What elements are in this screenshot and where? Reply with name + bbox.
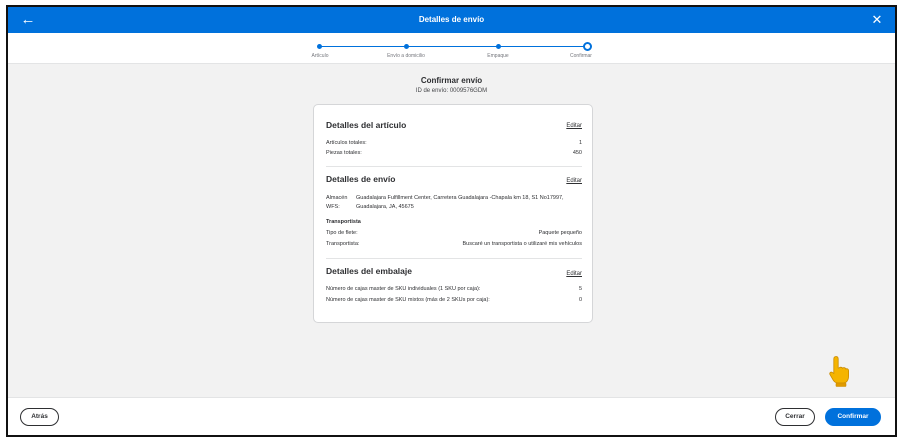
footer-bar: Atrás Cerrar Confirmar [8, 397, 895, 435]
close-button[interactable]: Cerrar [775, 408, 815, 426]
row-value: 450 [572, 150, 582, 156]
row-label: Número de cajas master de SKU mixtos (má… [326, 297, 490, 303]
step-label-articulo: Artículo [311, 53, 329, 59]
divider [326, 258, 582, 259]
total-pieces-row: Piezas totales: 450 [326, 150, 582, 158]
summary-card: Detalles del artículo Editar Artículos t… [313, 104, 593, 323]
edit-items-link[interactable]: Editar [566, 123, 582, 129]
divider [326, 166, 582, 167]
warehouse-row: Almacén WFS: Guadalajara Fulfillment Cen… [326, 194, 582, 212]
row-value: Paquete pequeño [538, 230, 582, 236]
row-label: Piezas totales: [326, 150, 362, 156]
total-articles-row: Artículos totales: 1 [326, 140, 582, 148]
carrier-row: Transportista: Buscaré un transportista … [326, 241, 582, 249]
pointing-hand-icon [829, 356, 849, 387]
app-frame: ← Detalles de envío ✕ Artículo Envío a d… [6, 5, 897, 437]
row-value: 0 [578, 297, 582, 303]
step-label-empaque: Empaque [487, 53, 509, 59]
warehouse-label: Almacén WFS: [326, 195, 348, 210]
items-section-title: Detalles del artículo [326, 120, 407, 130]
progress-stepper: Artículo Envío a domicilio Empaque Confi… [8, 33, 895, 64]
confirm-button[interactable]: Confirmar [825, 408, 881, 426]
close-icon[interactable]: ✕ [867, 10, 887, 30]
page-title: Confirmar envío [420, 76, 483, 85]
step-dot-envio [404, 44, 409, 49]
freight-type-row: Tipo de flete: Paquete pequeño [326, 230, 582, 238]
step-label-confirmar: Confirmar [570, 53, 592, 59]
step-label-envio: Envío a domicilio [387, 53, 425, 59]
header-title: Detalles de envío [418, 15, 485, 24]
step-dot-empaque [496, 44, 501, 49]
step-dot-confirmar [583, 42, 592, 51]
row-label: Transportista: [326, 241, 360, 247]
header-bar: ← Detalles de envío ✕ [8, 7, 895, 33]
row-value: 1 [578, 140, 582, 146]
edit-shipping-link[interactable]: Editar [566, 178, 582, 184]
row-label: Tipo de flete: [326, 230, 358, 236]
shipment-id: ID de envío: 0009576GDM [415, 88, 488, 94]
row-label: Número de cajas master de SKU individual… [326, 286, 481, 292]
back-button[interactable]: Atrás [20, 408, 59, 426]
row-value: Buscaré un transportista o utilizaré mis… [462, 241, 582, 247]
single-sku-boxes-row: Número de cajas master de SKU individual… [326, 286, 582, 294]
row-value: 5 [578, 286, 582, 292]
shipping-section-title: Detalles de envío [326, 174, 396, 184]
carrier-heading: Transportista [326, 219, 361, 225]
edit-packing-link[interactable]: Editar [566, 271, 582, 277]
mixed-sku-boxes-row: Número de cajas master de SKU mixtos (má… [326, 297, 582, 305]
packing-section-title: Detalles del embalaje [326, 266, 412, 276]
step-dot-articulo [317, 44, 322, 49]
warehouse-address: Guadalajara Fulfillment Center, Carreter… [356, 195, 564, 210]
row-label: Artículos totales: [326, 140, 367, 146]
stepper-track [318, 46, 588, 47]
